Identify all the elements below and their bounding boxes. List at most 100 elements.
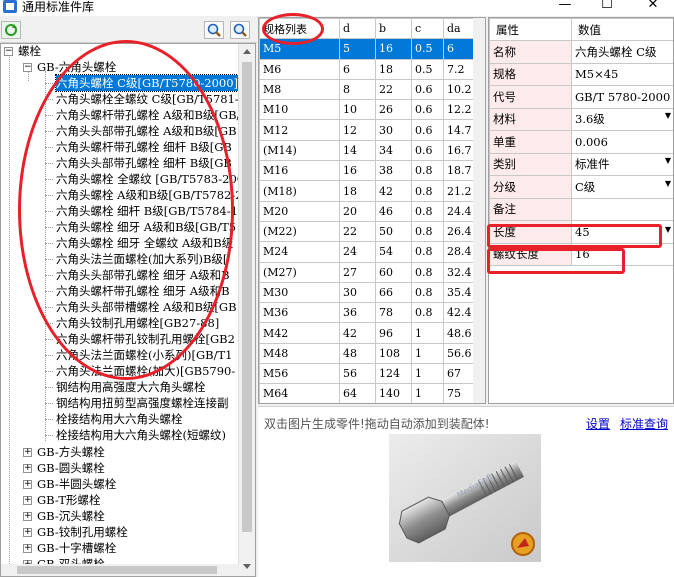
table-cell[interactable]: 42 <box>339 322 376 344</box>
table-cell[interactable]: 18.7 <box>443 160 476 182</box>
table-row[interactable]: M64 64 140 1 75 <box>259 383 476 403</box>
table-cell[interactable]: M10 <box>259 99 340 121</box>
property-row[interactable]: 分级 C级 ▼ <box>489 175 673 199</box>
dropdown-arrow-icon[interactable]: ▼ <box>665 111 671 120</box>
tree-item[interactable]: 六角头螺杆带孔铰制孔用螺栓[GB2 <box>56 331 235 347</box>
table-vertical-scrollbar[interactable] <box>473 18 485 403</box>
expand-icon[interactable]: + <box>23 528 32 537</box>
tree-item[interactable]: 六角头法兰面螺栓(加大系列)B级[ <box>56 251 227 267</box>
table-row[interactable]: M30 30 66 0.8 35.4 <box>259 281 476 304</box>
tree-item[interactable]: 六角头螺栓 A级和B级[GB/T5782-20 <box>56 187 250 203</box>
table-cell[interactable]: 16.7 <box>443 139 476 162</box>
column-header[interactable]: c <box>411 18 444 40</box>
tree-item[interactable]: 六角头头部带槽螺栓 A级和B级[GB <box>56 299 237 315</box>
tree-group[interactable]: GB-方头螺栓 <box>37 444 105 460</box>
tree-item[interactable]: 六角头螺杆带孔螺栓 细牙 A级和B <box>56 283 230 299</box>
table-cell[interactable]: (M14) <box>259 139 340 162</box>
table-cell[interactable]: 56.6 <box>443 342 476 365</box>
property-row[interactable]: 名称 六角头螺栓 C级 <box>489 40 673 64</box>
table-cell[interactable]: 0.6 <box>411 99 444 121</box>
tree-group-hex-bolts[interactable]: GB-六角头螺栓 <box>37 59 116 75</box>
table-cell[interactable]: 1 <box>411 322 444 344</box>
tree-item[interactable]: 六角头螺杆带孔螺栓 细杆 B级[GB <box>56 139 232 155</box>
table-cell[interactable]: 1 <box>411 342 444 365</box>
table-row[interactable]: M36 36 78 0.8 42.4 <box>259 302 476 324</box>
table-cell[interactable]: 0.8 <box>411 302 444 324</box>
scroll-thumb[interactable] <box>17 566 217 574</box>
table-cell[interactable]: 96 <box>375 322 412 344</box>
table-cell[interactable]: 42 <box>375 180 412 202</box>
tree-horizontal-scrollbar[interactable] <box>1 564 239 576</box>
table-cell[interactable]: 66 <box>375 281 412 304</box>
table-cell[interactable]: 50 <box>375 220 412 243</box>
property-value[interactable]: 3.6级 ▼ <box>571 107 673 131</box>
tree-group[interactable]: GB-圆头螺栓 <box>37 460 105 476</box>
table-cell[interactable]: 124 <box>375 363 412 385</box>
table-cell[interactable]: 75 <box>443 383 476 403</box>
table-cell[interactable]: M8 <box>259 78 340 101</box>
table-cell[interactable]: 30 <box>339 281 376 304</box>
table-cell[interactable]: 42.4 <box>443 302 476 324</box>
tree-item[interactable]: 六角头螺杆带孔螺栓 A级和B级[GB/ <box>56 107 240 123</box>
table-cell[interactable]: 8 <box>339 78 376 101</box>
table-cell[interactable]: 26.4 <box>443 220 476 243</box>
property-row[interactable]: 规格 M5×45 <box>489 62 673 86</box>
table-row[interactable]: M6 6 18 0.5 7.2 <box>259 58 476 80</box>
property-value[interactable]: 六角头螺栓 C级 <box>571 40 673 64</box>
table-cell[interactable]: 24.4 <box>443 200 476 222</box>
tree-item[interactable]: 六角头螺栓 全螺纹 [GB/T5783-2000 <box>56 171 251 187</box>
table-cell[interactable]: 20 <box>339 200 376 222</box>
property-row[interactable]: 备注 <box>489 197 673 221</box>
scroll-down-icon[interactable] <box>243 564 251 569</box>
table-row[interactable]: (M22) 22 50 0.8 26.4 <box>259 220 476 243</box>
parts-tree[interactable]: − 螺栓 − GB-六角头螺栓 六角头螺栓 C级[GB/T5780-2000] 六… <box>0 43 256 577</box>
table-cell[interactable]: M64 <box>259 383 340 403</box>
table-row[interactable]: M42 42 96 1 48.6 <box>259 322 476 344</box>
property-value[interactable] <box>571 197 673 221</box>
table-cell[interactable]: 48 <box>339 342 376 365</box>
table-row[interactable]: M5 5 16 0.5 6 <box>259 38 476 60</box>
part-preview-image[interactable]: MediaSoft <box>389 434 541 562</box>
minimize-button[interactable]: — <box>550 0 580 14</box>
property-value[interactable]: 标准件 ▼ <box>571 152 673 176</box>
collapse-icon[interactable]: − <box>4 47 13 56</box>
table-cell[interactable]: 14.7 <box>443 119 476 141</box>
tree-item[interactable]: 六角头铰制孔用螺栓[GB27-88] <box>56 315 219 331</box>
tree-item[interactable]: 栓接结构用大六角头螺栓 <box>56 411 183 427</box>
expand-icon[interactable]: + <box>23 544 32 553</box>
table-cell[interactable]: 0.6 <box>411 78 444 101</box>
column-header[interactable]: da <box>443 18 476 40</box>
table-cell[interactable]: 12 <box>339 119 376 141</box>
table-cell[interactable]: 10 <box>339 99 376 121</box>
table-cell[interactable]: 21.2 <box>443 180 476 202</box>
refresh-button[interactable] <box>1 21 21 39</box>
table-row[interactable]: M12 12 30 0.6 14.7 <box>259 119 476 141</box>
table-cell[interactable]: M30 <box>259 281 340 304</box>
table-cell[interactable]: 1 <box>411 383 444 403</box>
table-cell[interactable]: 56 <box>339 363 376 385</box>
collapse-icon[interactable]: − <box>23 63 32 72</box>
tree-group[interactable]: GB-半圆头螺栓 <box>37 476 116 492</box>
table-cell[interactable]: 6 <box>339 58 376 80</box>
tree-group[interactable]: GB-铰制孔用螺栓 <box>37 524 128 540</box>
expand-icon[interactable]: + <box>23 496 32 505</box>
tree-item[interactable]: 六角头头部带孔螺栓 A级和B级[GB <box>56 123 237 139</box>
standard-query-link[interactable]: 标准查询 <box>620 415 668 432</box>
table-cell[interactable]: 140 <box>375 383 412 403</box>
table-cell[interactable]: 28.4 <box>443 241 476 263</box>
table-cell[interactable]: 1 <box>411 363 444 385</box>
table-cell[interactable]: 34 <box>375 139 412 162</box>
maximize-button[interactable]: ☐ <box>592 0 622 14</box>
table-row[interactable]: (M27) 27 60 0.8 32.4 <box>259 261 476 283</box>
table-cell[interactable]: 30 <box>375 119 412 141</box>
property-row[interactable]: 单重 0.006 <box>489 130 673 154</box>
scroll-thumb[interactable] <box>242 62 252 532</box>
table-cell[interactable]: 27 <box>339 261 376 283</box>
property-row[interactable]: 代号 GB/T 5780-2000 <box>489 85 673 109</box>
column-header[interactable]: b <box>375 18 412 40</box>
table-cell[interactable]: 0.5 <box>411 38 444 60</box>
tree-root-bolts[interactable]: 螺栓 <box>18 44 41 59</box>
tree-item[interactable]: 六角头法兰面螺栓(小系列)[GB/T1 <box>56 347 232 363</box>
table-cell[interactable]: 24 <box>339 241 376 263</box>
close-button[interactable]: ✕ <box>638 0 668 14</box>
